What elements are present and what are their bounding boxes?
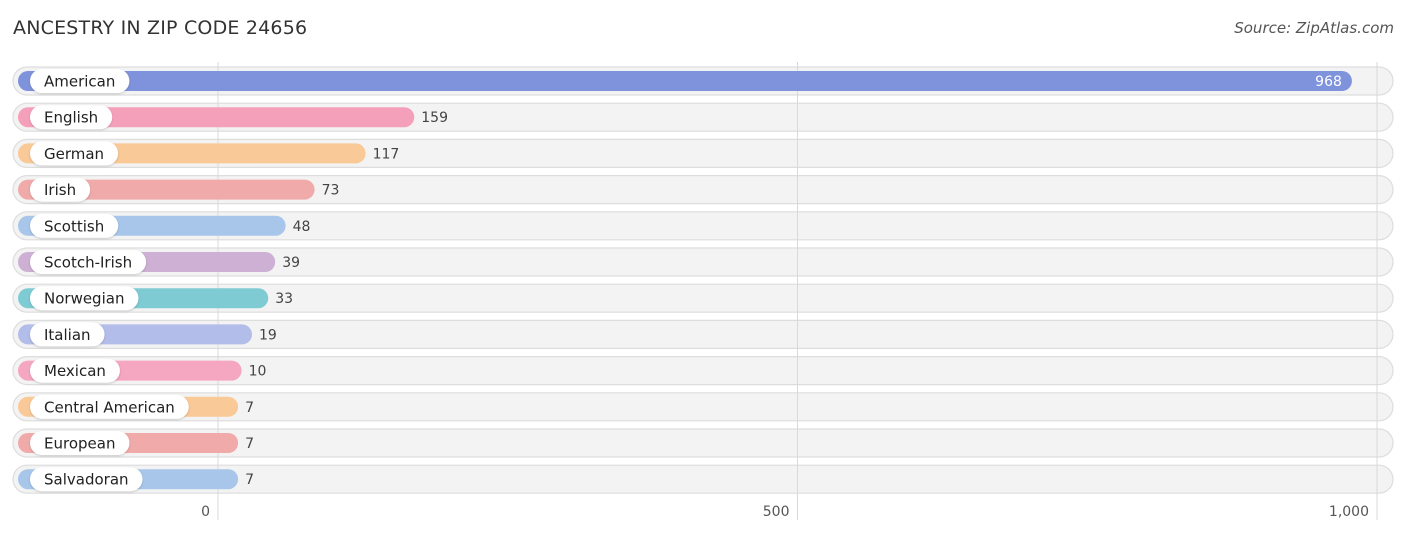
- value-label: 7: [245, 436, 254, 452]
- category-label: Norwegian: [44, 290, 124, 308]
- bar-group: Irish 73: [18, 177, 340, 202]
- bar-group: German 117: [18, 141, 400, 166]
- bar-chart: American 968 English 159 German 117 Irish 73 Sco…: [12, 62, 1394, 520]
- x-tick-label: 1,000: [1329, 504, 1369, 520]
- bar-group: Scottish 48: [18, 213, 311, 238]
- bar-group: American 968: [18, 69, 1352, 93]
- bar-group: European 7: [18, 431, 254, 455]
- category-label: Italian: [44, 326, 91, 344]
- category-label: Irish: [44, 181, 76, 199]
- category-label: American: [44, 73, 115, 91]
- category-label: European: [44, 435, 115, 453]
- value-label: 968: [1315, 74, 1342, 90]
- value-label: 117: [373, 146, 400, 162]
- value-label: 19: [259, 327, 277, 343]
- category-label: Scotch-Irish: [44, 254, 132, 272]
- value-label: 73: [322, 183, 340, 199]
- value-label: 10: [249, 364, 267, 380]
- value-label: 7: [245, 400, 254, 416]
- bar: [18, 71, 1352, 91]
- value-label: 7: [245, 472, 254, 488]
- value-label: 33: [275, 291, 293, 307]
- bar-group: Salvadoran 7: [18, 467, 254, 492]
- bar-group: English 159: [18, 105, 448, 130]
- bar-group: Mexican 10: [18, 358, 267, 383]
- value-label: 48: [293, 219, 311, 235]
- bar-group: Norwegian 33: [18, 286, 293, 311]
- bar-group: Italian 19: [18, 322, 277, 347]
- category-label: German: [44, 145, 104, 163]
- bar-group: Central American 7: [18, 394, 254, 419]
- value-label: 159: [421, 110, 448, 126]
- category-label: Mexican: [44, 362, 106, 380]
- category-label: Central American: [44, 398, 175, 416]
- category-label: Salvadoran: [44, 471, 129, 489]
- bar-group: Scotch-Irish 39: [18, 250, 300, 274]
- x-tick-label: 0: [201, 504, 210, 520]
- category-label: Scottish: [44, 217, 104, 235]
- category-label: English: [44, 109, 98, 127]
- value-label: 39: [282, 255, 300, 271]
- x-tick-label: 500: [763, 504, 790, 520]
